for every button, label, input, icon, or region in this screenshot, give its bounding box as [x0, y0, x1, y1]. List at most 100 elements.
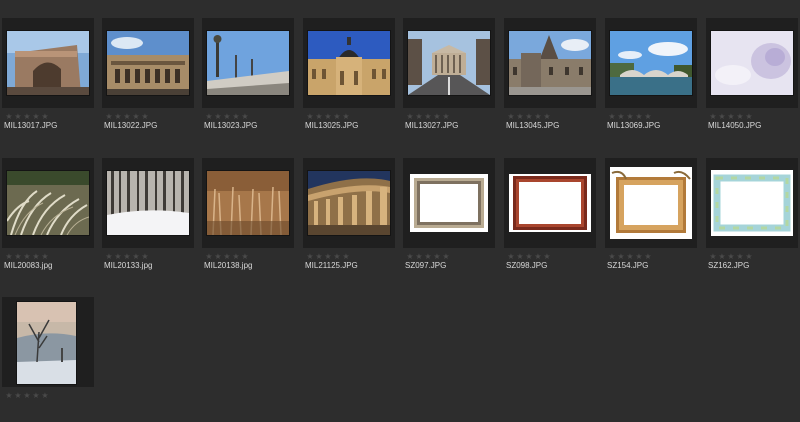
- star-icon[interactable]: ★: [105, 253, 113, 261]
- star-icon[interactable]: ★: [241, 113, 249, 121]
- star-icon[interactable]: ★: [132, 113, 140, 121]
- star-icon[interactable]: ★: [141, 253, 149, 261]
- thumbnail-image[interactable]: [610, 31, 692, 95]
- thumbnail-item[interactable]: ★ ★ ★ ★ ★ MIL13017.JPG: [2, 18, 96, 143]
- star-icon[interactable]: ★: [718, 113, 726, 121]
- star-icon[interactable]: ★: [41, 253, 49, 261]
- star-icon[interactable]: ★: [534, 253, 542, 261]
- thumbnail-image[interactable]: [7, 31, 89, 95]
- star-icon[interactable]: ★: [727, 113, 735, 121]
- thumbnail-image[interactable]: [308, 171, 390, 235]
- star-icon[interactable]: ★: [342, 253, 350, 261]
- thumbnail-image[interactable]: [7, 171, 89, 235]
- star-icon[interactable]: ★: [223, 253, 231, 261]
- thumbnail-item[interactable]: ★ ★ ★ ★ ★ SZ097.JPG: [403, 158, 497, 283]
- rating-stars[interactable]: ★ ★ ★ ★ ★: [709, 113, 753, 121]
- star-icon[interactable]: ★: [214, 253, 222, 261]
- star-icon[interactable]: ★: [442, 113, 450, 121]
- thumbnail-item[interactable]: ★ ★ ★ ★ ★ MIL13027.JPG: [403, 18, 497, 143]
- star-icon[interactable]: ★: [5, 392, 13, 400]
- star-icon[interactable]: ★: [543, 113, 551, 121]
- star-icon[interactable]: ★: [516, 113, 524, 121]
- thumbnail-image[interactable]: [17, 302, 76, 384]
- star-icon[interactable]: ★: [123, 253, 131, 261]
- rating-stars[interactable]: ★ ★ ★ ★ ★: [5, 392, 49, 400]
- thumbnail-image[interactable]: [408, 31, 490, 95]
- thumbnail-image[interactable]: [509, 31, 591, 95]
- star-icon[interactable]: ★: [223, 113, 231, 121]
- star-icon[interactable]: ★: [315, 253, 323, 261]
- rating-stars[interactable]: ★ ★ ★ ★ ★: [105, 113, 149, 121]
- rating-stars[interactable]: ★ ★ ★ ★ ★: [205, 113, 249, 121]
- star-icon[interactable]: ★: [41, 113, 49, 121]
- thumbnail-image[interactable]: [308, 31, 390, 95]
- star-icon[interactable]: ★: [306, 253, 314, 261]
- rating-stars[interactable]: ★ ★ ★ ★ ★: [406, 253, 450, 261]
- star-icon[interactable]: ★: [32, 392, 40, 400]
- thumbnail-image[interactable]: [107, 171, 189, 235]
- thumbnail-item[interactable]: ★ ★ ★ ★ ★ MIL20133.jpg: [102, 158, 196, 283]
- star-icon[interactable]: ★: [745, 253, 753, 261]
- thumbnail-image[interactable]: [207, 171, 289, 235]
- star-icon[interactable]: ★: [617, 113, 625, 121]
- thumbnail-image[interactable]: [711, 170, 793, 236]
- star-icon[interactable]: ★: [406, 253, 414, 261]
- thumbnail-item[interactable]: ★ ★ ★ ★ ★ MIL13023.JPG: [202, 18, 296, 143]
- rating-stars[interactable]: ★ ★ ★ ★ ★: [608, 113, 652, 121]
- star-icon[interactable]: ★: [333, 253, 341, 261]
- rating-stars[interactable]: ★ ★ ★ ★ ★: [507, 113, 551, 121]
- star-icon[interactable]: ★: [635, 253, 643, 261]
- rating-stars[interactable]: ★ ★ ★ ★ ★: [306, 113, 350, 121]
- thumbnail-item[interactable]: ★ ★ ★ ★ ★ MIL20083.jpg: [2, 158, 96, 283]
- star-icon[interactable]: ★: [14, 392, 22, 400]
- star-icon[interactable]: ★: [644, 253, 652, 261]
- rating-stars[interactable]: ★ ★ ★ ★ ★: [5, 253, 49, 261]
- rating-stars[interactable]: ★ ★ ★ ★ ★: [608, 253, 652, 261]
- star-icon[interactable]: ★: [415, 113, 423, 121]
- star-icon[interactable]: ★: [534, 113, 542, 121]
- star-icon[interactable]: ★: [608, 113, 616, 121]
- star-icon[interactable]: ★: [516, 253, 524, 261]
- star-icon[interactable]: ★: [324, 113, 332, 121]
- star-icon[interactable]: ★: [306, 113, 314, 121]
- thumbnail-item[interactable]: ★ ★ ★ ★ ★: [2, 297, 96, 422]
- star-icon[interactable]: ★: [718, 253, 726, 261]
- star-icon[interactable]: ★: [32, 253, 40, 261]
- thumbnail-item[interactable]: ★ ★ ★ ★ ★ MIL20138.jpg: [202, 158, 296, 283]
- star-icon[interactable]: ★: [644, 113, 652, 121]
- thumbnail-item[interactable]: ★ ★ ★ ★ ★ MIL14050.JPG: [706, 18, 800, 143]
- thumbnail-item[interactable]: ★ ★ ★ ★ ★ MIL13022.JPG: [102, 18, 196, 143]
- star-icon[interactable]: ★: [23, 113, 31, 121]
- star-icon[interactable]: ★: [23, 392, 31, 400]
- rating-stars[interactable]: ★ ★ ★ ★ ★: [5, 113, 49, 121]
- thumbnail-item[interactable]: ★ ★ ★ ★ ★ SZ154.JPG: [605, 158, 699, 283]
- star-icon[interactable]: ★: [205, 113, 213, 121]
- star-icon[interactable]: ★: [23, 253, 31, 261]
- thumbnail-image[interactable]: [509, 174, 591, 232]
- rating-stars[interactable]: ★ ★ ★ ★ ★: [709, 253, 753, 261]
- star-icon[interactable]: ★: [105, 113, 113, 121]
- star-icon[interactable]: ★: [727, 253, 735, 261]
- thumbnail-image[interactable]: [207, 31, 289, 95]
- star-icon[interactable]: ★: [745, 113, 753, 121]
- star-icon[interactable]: ★: [543, 253, 551, 261]
- thumbnail-image[interactable]: [610, 167, 692, 239]
- star-icon[interactable]: ★: [525, 253, 533, 261]
- star-icon[interactable]: ★: [626, 113, 634, 121]
- star-icon[interactable]: ★: [406, 113, 414, 121]
- star-icon[interactable]: ★: [342, 113, 350, 121]
- rating-stars[interactable]: ★ ★ ★ ★ ★: [406, 113, 450, 121]
- rating-stars[interactable]: ★ ★ ★ ★ ★: [205, 253, 249, 261]
- star-icon[interactable]: ★: [114, 113, 122, 121]
- thumbnail-image[interactable]: [410, 174, 488, 232]
- star-icon[interactable]: ★: [433, 253, 441, 261]
- thumbnail-item[interactable]: ★ ★ ★ ★ ★ SZ162.JPG: [706, 158, 800, 283]
- star-icon[interactable]: ★: [635, 113, 643, 121]
- star-icon[interactable]: ★: [205, 253, 213, 261]
- star-icon[interactable]: ★: [14, 253, 22, 261]
- star-icon[interactable]: ★: [736, 253, 744, 261]
- thumbnail-item[interactable]: ★ ★ ★ ★ ★ MIL13045.JPG: [504, 18, 598, 143]
- star-icon[interactable]: ★: [232, 113, 240, 121]
- thumbnail-image[interactable]: [711, 31, 793, 95]
- star-icon[interactable]: ★: [333, 113, 341, 121]
